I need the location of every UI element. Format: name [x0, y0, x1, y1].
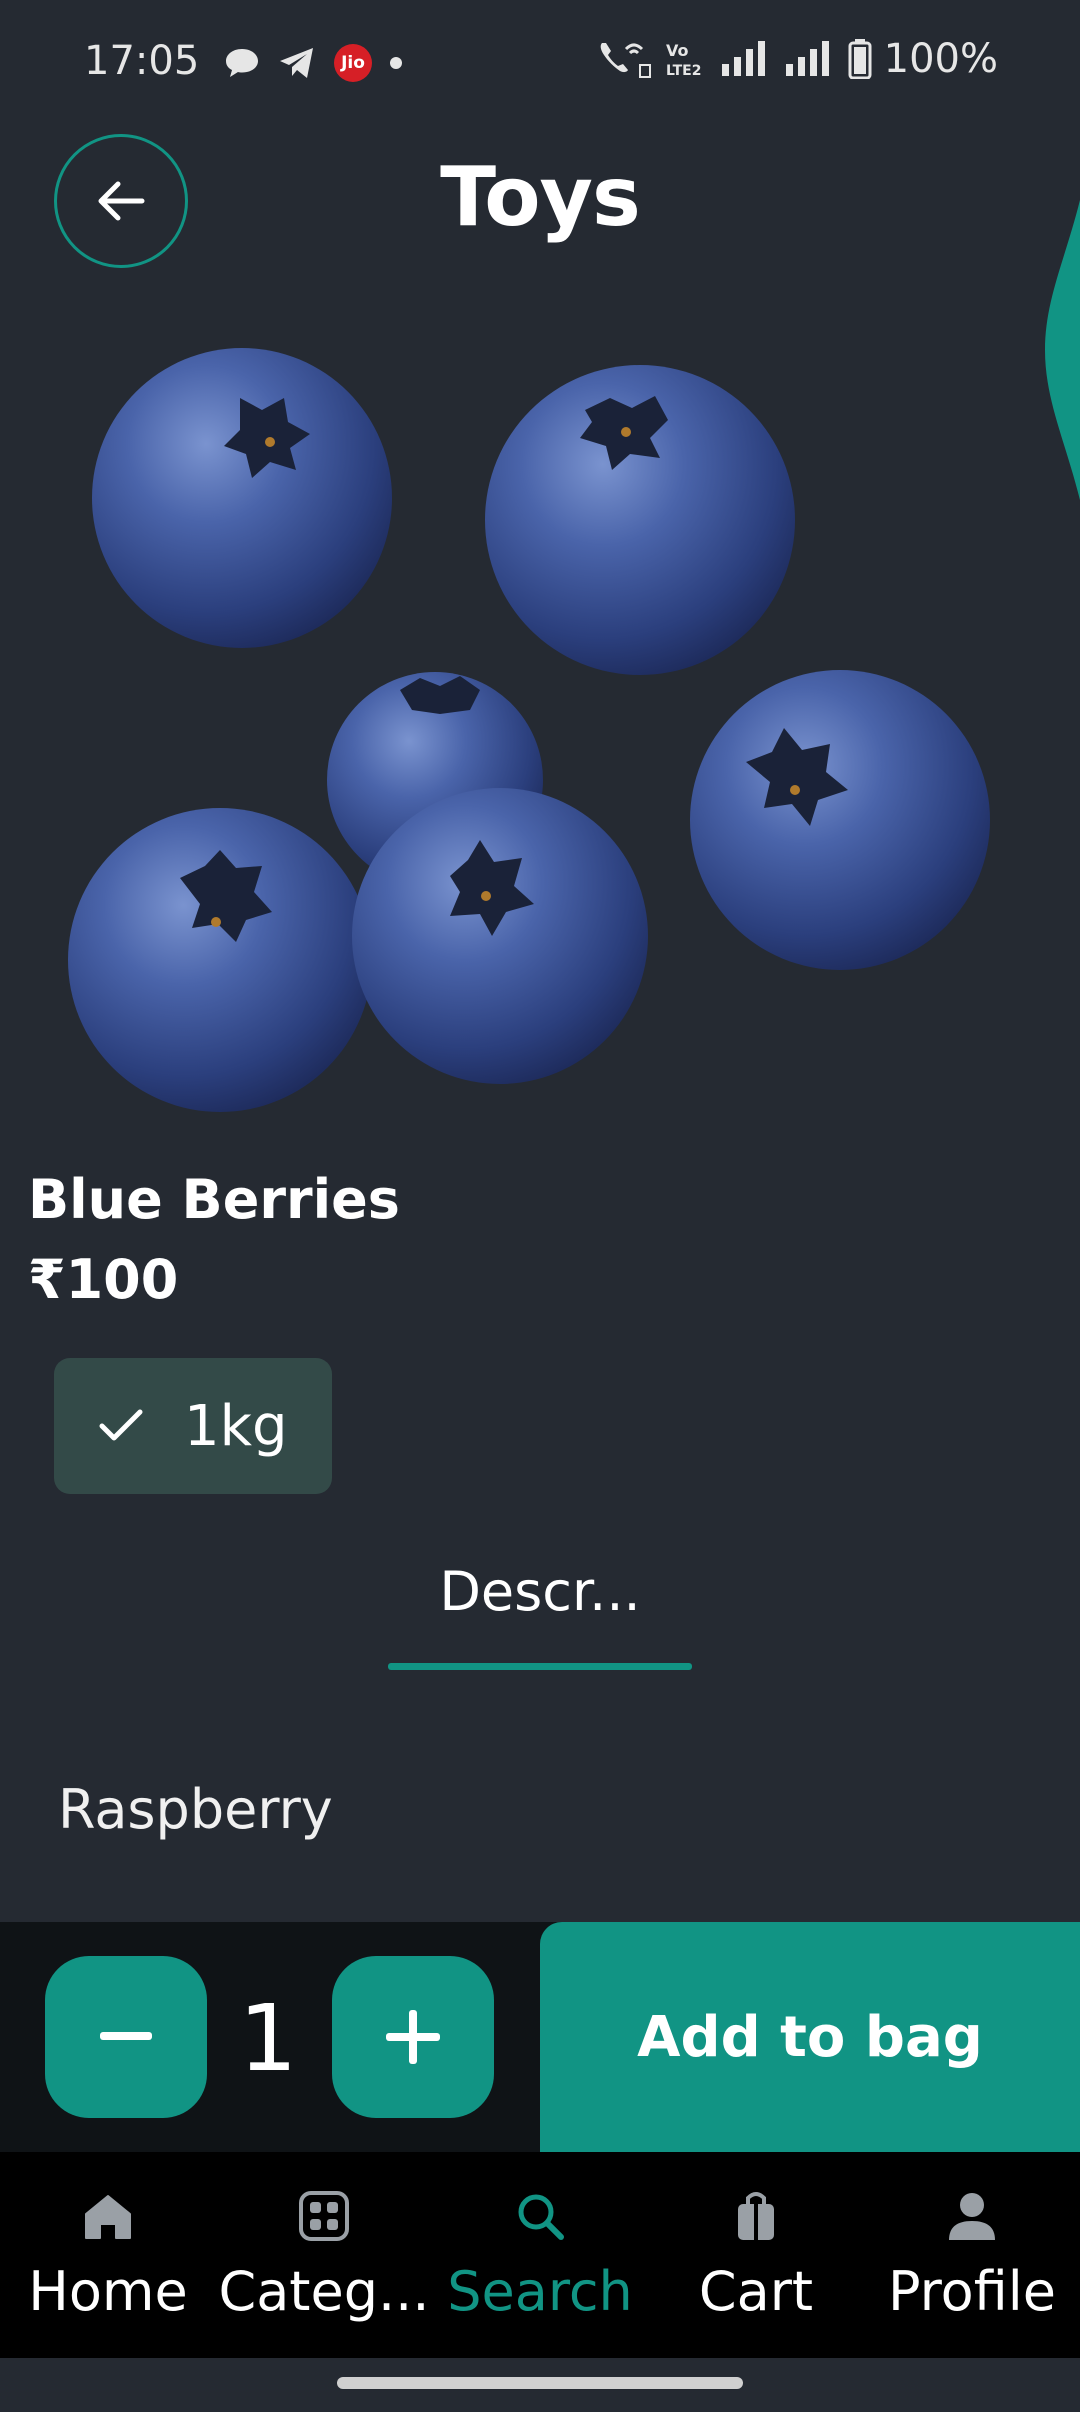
chat-bubble-icon	[226, 49, 258, 77]
signal-icon	[721, 41, 765, 76]
status-bar: 17:05 Jio Vo LTE2 100%	[0, 0, 1080, 120]
tab-label: Descr...	[439, 1560, 641, 1623]
notification-dot-icon	[390, 57, 402, 69]
battery-percentage: 100%	[883, 36, 998, 82]
nav-item-categories[interactable]: Categ...	[216, 2152, 432, 2358]
variant-chip-1kg[interactable]: 1kg	[54, 1358, 332, 1494]
description-text: Raspberry	[58, 1778, 333, 1841]
increase-quantity-button[interactable]	[332, 1956, 494, 2118]
person-icon	[949, 2193, 995, 2240]
nav-label: Categ...	[218, 2260, 430, 2323]
page-title: Toys	[440, 150, 641, 245]
decrease-quantity-button[interactable]	[45, 1956, 207, 2118]
status-time: 17:05	[84, 38, 200, 84]
nav-item-profile[interactable]: Profile	[864, 2152, 1080, 2358]
volte-icon: Vo LTE2	[666, 41, 701, 79]
minus-icon	[100, 2032, 152, 2040]
tab-description[interactable]: Descr...	[388, 1560, 692, 1672]
add-to-bag-label: Add to bag	[637, 2004, 983, 2070]
screen: 17:05 Jio Vo LTE2 100% Toys Blue Berries…	[0, 0, 1080, 2412]
telegram-icon	[280, 48, 313, 78]
svg-text:LTE2: LTE2	[666, 63, 701, 79]
gesture-handle[interactable]	[337, 2377, 743, 2389]
nav-label: Home	[28, 2260, 188, 2323]
plus-icon	[386, 2010, 440, 2064]
tab-indicator	[388, 1663, 692, 1670]
jio-icon: Jio	[334, 44, 372, 82]
system-icons: Vo LTE2 100%	[596, 36, 998, 82]
bag-icon	[738, 2192, 774, 2240]
battery-icon	[848, 39, 872, 79]
blueberries-image	[68, 348, 990, 1112]
product-name: Blue Berries	[28, 1168, 400, 1231]
nav-label: Profile	[888, 2260, 1056, 2323]
notification-icons: Jio	[224, 44, 402, 82]
variant-label: 1kg	[184, 1393, 288, 1459]
signal-icon	[785, 41, 829, 76]
check-icon	[99, 1409, 143, 1441]
nav-label: Cart	[698, 2260, 814, 2323]
bottom-navigation: Home Categ... Search Cart Profile	[0, 2152, 1080, 2358]
product-price: ₹100	[28, 1248, 179, 1311]
svg-text:Vo: Vo	[666, 41, 689, 60]
home-icon	[85, 2195, 131, 2239]
nav-item-search[interactable]: Search	[432, 2152, 648, 2358]
nav-label: Search	[447, 2260, 633, 2323]
decorative-edge-shape	[1045, 200, 1080, 500]
wifi-call-icon	[600, 43, 651, 78]
nav-item-home[interactable]: Home	[0, 2152, 216, 2358]
jio-label: Jio	[341, 53, 365, 73]
search-icon	[518, 2194, 564, 2240]
grid-icon	[299, 2191, 349, 2241]
nav-item-cart[interactable]: Cart	[648, 2152, 864, 2358]
quantity-value: 1	[238, 1985, 298, 2092]
add-to-bag-button[interactable]: Add to bag	[540, 1922, 1080, 2152]
